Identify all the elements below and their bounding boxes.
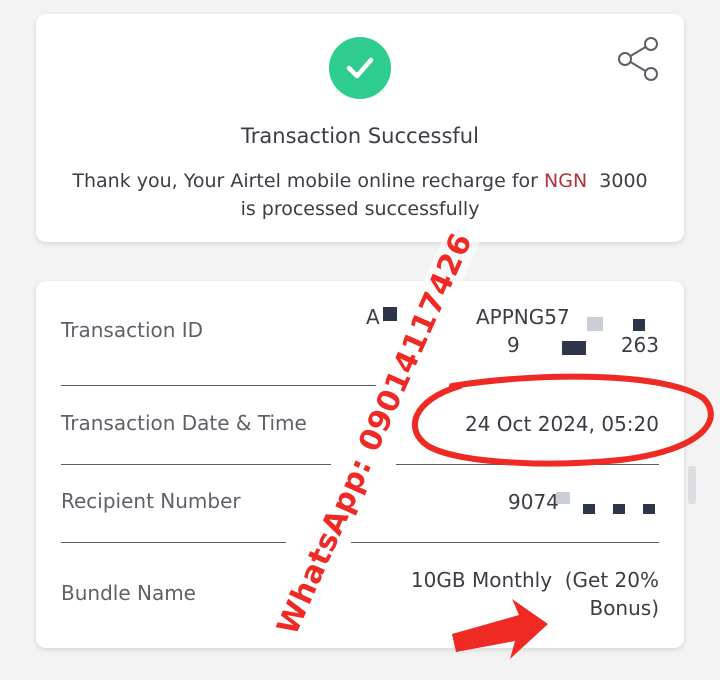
transaction-id-label: Transaction ID bbox=[61, 318, 204, 342]
transaction-id-part2: APPNG57 bbox=[476, 305, 570, 329]
date-time-value: 24 Oct 2024, 05:20 bbox=[465, 412, 659, 436]
redaction-mark bbox=[587, 317, 603, 331]
divider bbox=[351, 542, 659, 543]
divider bbox=[61, 542, 286, 543]
bundle-name-line1: 10GB Monthly (Get 20% bbox=[410, 568, 659, 592]
amount-value: 3000 bbox=[599, 170, 648, 192]
transaction-receipt-screen: Transaction Successful Thank you, Your A… bbox=[0, 0, 720, 680]
redaction-mark bbox=[633, 319, 645, 331]
date-time-label: Transaction Date & Time bbox=[61, 411, 307, 435]
transaction-id-part4: 263 bbox=[620, 333, 659, 357]
redaction-mark bbox=[613, 504, 625, 514]
redaction-mark bbox=[562, 341, 586, 355]
share-icon[interactable] bbox=[616, 36, 662, 82]
redaction-mark bbox=[643, 504, 655, 514]
transaction-id-part1: A bbox=[366, 305, 380, 329]
message-suffix: is processed successfully bbox=[240, 198, 480, 220]
bundle-name-label: Bundle Name bbox=[61, 581, 196, 605]
recipient-number-value: 9074 bbox=[459, 488, 659, 516]
redaction-mark bbox=[583, 504, 595, 514]
scrollbar[interactable] bbox=[688, 466, 696, 504]
transaction-id-part3: 9 bbox=[507, 333, 520, 357]
divider bbox=[61, 464, 331, 465]
redaction-mark bbox=[556, 492, 570, 504]
bundle-name-line2: Bonus) bbox=[589, 596, 659, 620]
status-title: Transaction Successful bbox=[241, 124, 479, 148]
check-icon bbox=[329, 37, 391, 99]
status-card: Transaction Successful Thank you, Your A… bbox=[36, 14, 684, 242]
recipient-number-prefix: 9074 bbox=[508, 490, 559, 514]
message-prefix: Thank you, Your Airtel mobile online rec… bbox=[72, 170, 538, 192]
divider bbox=[61, 385, 376, 386]
status-message: Thank you, Your Airtel mobile online rec… bbox=[56, 167, 664, 223]
currency-label: NGN bbox=[544, 170, 588, 192]
divider bbox=[396, 464, 659, 465]
bundle-name-value: 10GB Monthly (Get 20% Bonus) bbox=[411, 566, 659, 622]
redaction-mark bbox=[383, 307, 397, 321]
recipient-number-label: Recipient Number bbox=[61, 489, 241, 513]
